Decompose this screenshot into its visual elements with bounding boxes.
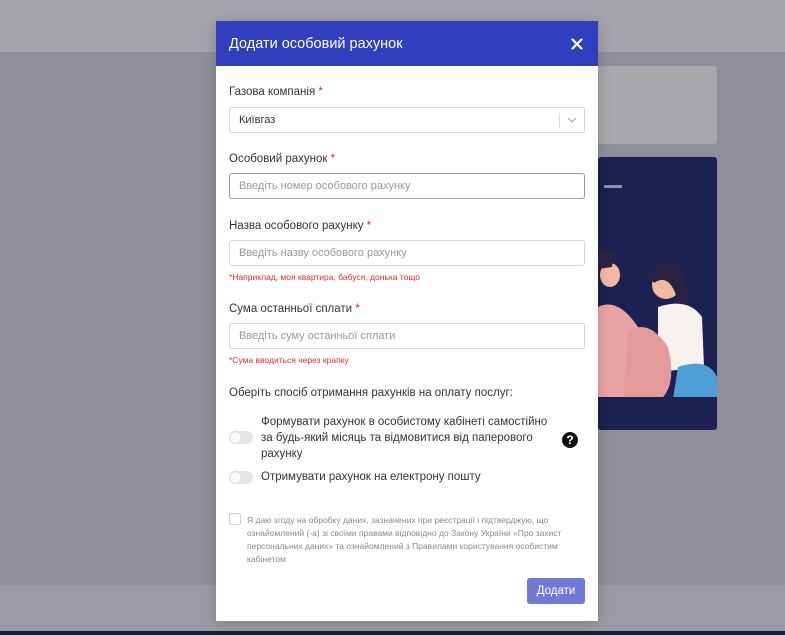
chevron-down-icon: [567, 117, 577, 123]
account-name-label: Назва особового рахунку *: [229, 220, 371, 232]
last-payment-input[interactable]: [229, 323, 585, 349]
email-bill-toggle[interactable]: [229, 471, 253, 484]
toggle-knob: [230, 472, 241, 483]
promo-illustration: [598, 248, 717, 430]
account-label: Особовий рахунок *: [229, 153, 335, 165]
paper-bill-toggle[interactable]: [229, 431, 253, 444]
account-name-field[interactable]: [239, 241, 584, 265]
background-promo-banner: [598, 157, 717, 430]
consent-checkbox[interactable]: [229, 513, 241, 525]
account-number-input[interactable]: [229, 173, 585, 199]
select-separator: [559, 113, 560, 128]
last-payment-hint: *Сума вводиться через крапку: [229, 355, 349, 365]
add-account-modal: Додати особовий рахунок Газова компанія …: [216, 21, 598, 621]
required-mark: *: [330, 153, 336, 165]
account-name-label-text: Назва особового рахунку: [229, 220, 364, 232]
account-name-input[interactable]: [229, 240, 585, 266]
paper-bill-toggle-label: Формувати рахунок в особистому кабінеті …: [261, 416, 548, 460]
email-bill-toggle-label: Отримувати рахунок на електрону пошту: [261, 471, 481, 483]
delivery-title: Оберіть спосіб отримання рахунків на опл…: [229, 387, 513, 399]
modal-title: Додати особовий рахунок: [229, 35, 403, 52]
required-mark: *: [355, 303, 360, 315]
required-mark: *: [366, 220, 372, 232]
add-button[interactable]: Додати: [527, 578, 585, 604]
consent-text: Я даю згоду на обробку даних, зазначених…: [247, 515, 562, 564]
toggle-knob: [230, 432, 241, 443]
account-number-field[interactable]: [239, 174, 584, 198]
company-label: Газова компанія *: [229, 86, 323, 98]
close-icon[interactable]: [569, 36, 585, 52]
modal-header: Додати особовий рахунок: [216, 21, 598, 66]
required-mark: *: [318, 86, 323, 98]
last-payment-label: Сума останньої сплати *: [229, 303, 360, 315]
last-payment-field[interactable]: [239, 324, 584, 348]
last-payment-label-text: Сума останньої сплати: [229, 303, 353, 315]
company-select[interactable]: Київгаз: [229, 107, 585, 133]
company-select-value: Київгаз: [239, 114, 276, 126]
company-label-text: Газова компанія: [229, 86, 316, 98]
background-card: [598, 66, 717, 144]
account-name-hint: *Наприклад, моя квартира, бабуся, донька…: [229, 272, 420, 282]
help-icon[interactable]: ?: [562, 432, 578, 448]
account-label-text: Особовий рахунок: [229, 153, 328, 165]
background-bottom-bar: [0, 631, 785, 635]
